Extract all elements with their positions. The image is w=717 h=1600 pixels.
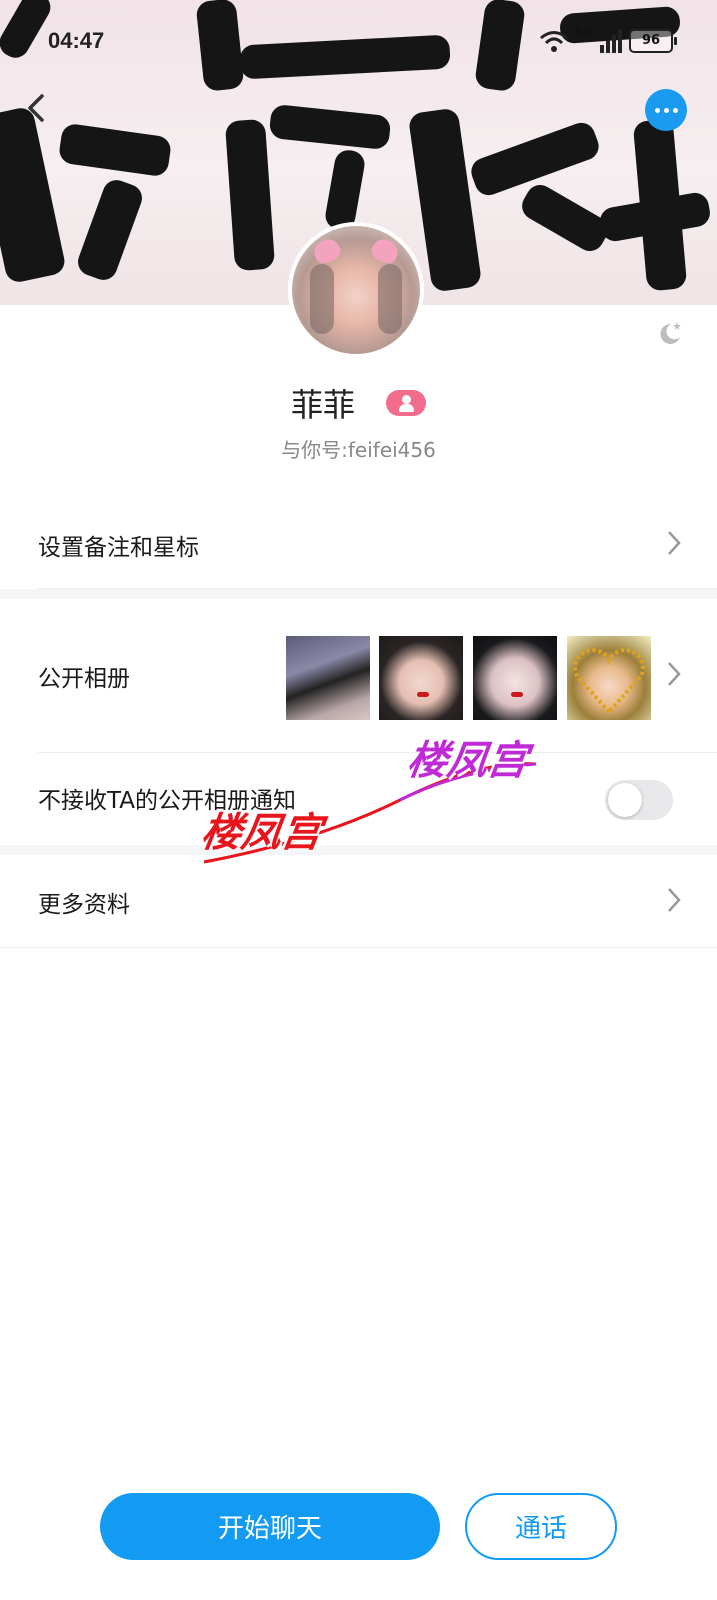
album-photo-2[interactable] [379, 636, 463, 720]
chevron-right-icon [668, 531, 681, 555]
divider [0, 947, 717, 948]
nickname: 菲菲 [290, 386, 355, 424]
wifi-icon [539, 31, 568, 52]
album-photo-3[interactable] [473, 636, 557, 720]
watermark-text-1: 楼凤宫 [198, 810, 325, 856]
remark-and-star-row[interactable]: 设置备注和星标 [0, 500, 717, 586]
back-chevron-icon[interactable] [20, 90, 56, 126]
status-icons: 5G 96 [539, 26, 677, 54]
more-info-label: 更多资料 [38, 892, 130, 918]
start-chat-button[interactable]: 开始聊天 [100, 1493, 440, 1560]
toggle-knob [608, 783, 642, 817]
status-bar: 04:47 5G 96 [0, 22, 717, 62]
section-separator [0, 589, 717, 599]
gender-female-icon [386, 390, 427, 416]
watermark-text-2: 楼凤宫 [404, 738, 531, 784]
chevron-right-icon [668, 888, 681, 912]
status-time: 04:47 [48, 28, 105, 53]
remark-label: 设置备注和星标 [38, 535, 199, 561]
account-id: 与你号:feifei456 [281, 438, 436, 462]
more-horizontal-icon [654, 107, 660, 113]
chevron-right-icon [668, 662, 681, 686]
nickname-row: 菲菲 [0, 380, 717, 426]
network-type: 5G [574, 26, 593, 40]
album-photo-1[interactable] [286, 636, 370, 720]
heart-frame-icon [573, 648, 645, 716]
album-label: 公开相册 [38, 666, 130, 692]
avatar[interactable] [288, 222, 424, 358]
call-button[interactable]: 通话 [465, 1493, 617, 1560]
battery-level: 96 [641, 33, 661, 48]
album-photo-4[interactable] [567, 636, 651, 720]
more-options-button[interactable] [645, 89, 687, 131]
no-notify-toggle[interactable] [605, 780, 673, 820]
moon-star-icon[interactable] [657, 320, 683, 346]
battery-icon: 96 [629, 29, 677, 53]
cellular-signal-icon [600, 29, 622, 53]
